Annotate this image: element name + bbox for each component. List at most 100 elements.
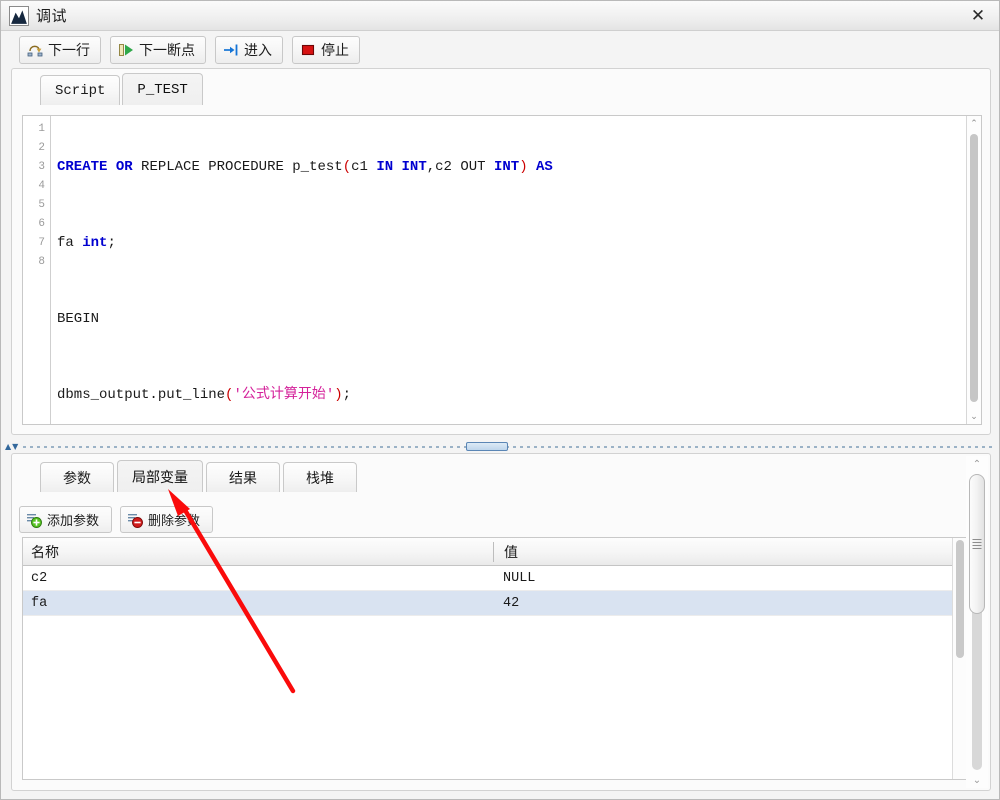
- line-number: 8: [38, 256, 45, 268]
- editor-panel: Script P_TEST 1 2 3 4 5 6 7 8 CREATE OR …: [11, 68, 991, 435]
- step-into-label: 进入: [244, 41, 272, 58]
- title-bar: 调试 ✕: [1, 1, 999, 31]
- code-semi: ;: [107, 235, 116, 251]
- code-line-2: fa int;: [57, 234, 965, 253]
- resume-to-breakpoint-label: 下一断点: [139, 41, 195, 58]
- tab-parameters[interactable]: 参数: [40, 462, 114, 492]
- table-row[interactable]: c2 NULL: [23, 566, 966, 591]
- code-semi: ;: [342, 387, 352, 403]
- tab-results[interactable]: 结果: [206, 462, 280, 492]
- column-header-value[interactable]: 值: [493, 541, 966, 562]
- line-number: 6: [38, 218, 45, 230]
- kw-as: AS: [536, 159, 553, 175]
- resume-to-breakpoint-icon: [119, 43, 133, 56]
- code-paren-close: ): [334, 387, 343, 403]
- code-comma: ,: [426, 159, 436, 175]
- code-line-1: CREATE OR REPLACE PROCEDURE p_test(c1 IN…: [57, 158, 965, 177]
- line-number: 3: [38, 161, 45, 173]
- line-number: 7: [38, 237, 45, 249]
- scrollbar-grip-icon: [972, 539, 982, 549]
- delete-parameter-icon: [128, 513, 143, 528]
- code-string-literal: '公式计算开始': [233, 387, 335, 403]
- tab-results-label: 结果: [229, 469, 257, 486]
- panel-splitter[interactable]: ▲ ▼: [1, 441, 999, 453]
- tab-script[interactable]: Script: [40, 75, 121, 105]
- code-arg2-type: INT: [493, 159, 520, 175]
- debug-window: 调试 ✕ 下一行 下一断点 进入 停止 Script P_TEST 1 2 3 …: [0, 0, 1000, 800]
- stop-button[interactable]: 停止: [292, 35, 360, 64]
- code-type-int: int: [82, 235, 108, 251]
- line-number-gutter: 1 2 3 4 5 6 7 8: [23, 116, 51, 424]
- tab-local-variables-label: 局部变量: [132, 468, 188, 485]
- scroll-up-icon[interactable]: ⌃: [967, 116, 981, 131]
- tab-p-test-label: P_TEST: [137, 81, 188, 98]
- splitter-dotted-line: [23, 446, 993, 448]
- code-begin: BEGIN: [57, 311, 100, 327]
- variables-tabstrip: 参数 局部变量 结果 栈堆: [12, 458, 990, 492]
- scroll-up-icon[interactable]: ⌃: [966, 456, 988, 472]
- add-parameter-button[interactable]: 添加参数: [19, 506, 113, 533]
- tab-parameters-label: 参数: [63, 469, 91, 486]
- debug-toolbar: 下一行 下一断点 进入 停止: [1, 31, 999, 68]
- step-over-button[interactable]: 下一行: [19, 35, 101, 64]
- code-proc-name: p_test: [292, 159, 343, 175]
- table-header-row: 名称 值: [23, 538, 966, 566]
- code-arg1-name: c1: [351, 159, 377, 175]
- code-arg2-name: c2 OUT: [435, 159, 494, 175]
- line-number: 4: [38, 180, 45, 192]
- step-over-label: 下一行: [48, 41, 90, 58]
- close-icon[interactable]: ✕: [955, 1, 999, 30]
- line-number: 2: [38, 142, 45, 154]
- code-line-3: BEGIN: [57, 310, 965, 329]
- tab-local-variables[interactable]: 局部变量: [117, 460, 203, 492]
- code-replace-procedure: REPLACE PROCEDURE: [132, 159, 293, 175]
- stop-label: 停止: [321, 41, 349, 58]
- variables-panel: 参数 局部变量 结果 栈堆 名称 值 c2 NULL fa 42 ⌃ ⌄: [11, 453, 991, 791]
- tab-p-test[interactable]: P_TEST: [122, 73, 203, 105]
- window-title: 调试: [36, 8, 68, 25]
- code-text: CREATE OR REPLACE PROCEDURE p_test(c1 IN…: [57, 120, 965, 424]
- code-editor[interactable]: 1 2 3 4 5 6 7 8 CREATE OR REPLACE PROCED…: [22, 115, 982, 425]
- variables-panel-scrollbar[interactable]: ⌃ ⌄: [966, 456, 988, 788]
- tab-stack-label: 栈堆: [306, 469, 334, 486]
- collapse-up-icon[interactable]: ▲: [5, 442, 11, 451]
- code-line-4: dbms_output.put_line('公式计算开始');: [57, 386, 965, 405]
- step-into-button[interactable]: 进入: [215, 35, 283, 64]
- stop-icon: [301, 44, 315, 55]
- add-parameter-label: 添加参数: [47, 513, 100, 528]
- delete-parameter-button[interactable]: 删除参数: [120, 506, 214, 533]
- add-parameter-icon: [27, 513, 42, 528]
- chart-mountain-icon: [9, 5, 29, 26]
- scroll-down-icon[interactable]: ⌄: [967, 409, 981, 424]
- scroll-down-icon[interactable]: ⌄: [966, 772, 988, 788]
- step-into-icon: [224, 44, 238, 55]
- cell-variable-name: fa: [31, 595, 48, 611]
- column-header-name[interactable]: 名称: [23, 542, 493, 562]
- scrollbar-thumb[interactable]: [970, 134, 978, 402]
- code-paren-close: ): [519, 159, 528, 175]
- code-arg1-mode: IN INT: [376, 159, 427, 175]
- step-over-icon: [27, 45, 43, 56]
- tab-stack[interactable]: 栈堆: [283, 462, 357, 492]
- delete-parameter-label: 删除参数: [148, 513, 201, 528]
- kw-create: CREATE: [57, 159, 108, 175]
- scrollbar-thumb[interactable]: [956, 540, 964, 658]
- line-number: 5: [38, 199, 45, 211]
- table-vertical-scrollbar[interactable]: [952, 538, 966, 779]
- parameter-toolbar: 添加参数 删除参数: [19, 506, 214, 533]
- code-call-putline: dbms_output.put_line: [57, 387, 226, 403]
- code-paren-open: (: [342, 159, 352, 175]
- cell-variable-value: NULL: [503, 570, 536, 586]
- variables-table[interactable]: 名称 值 c2 NULL fa 42: [22, 537, 967, 780]
- collapse-down-icon[interactable]: ▼: [12, 442, 18, 451]
- code-var-fa: fa: [57, 235, 83, 251]
- splitter-drag-handle[interactable]: [466, 442, 508, 451]
- line-number: 1: [38, 123, 45, 135]
- editor-vertical-scrollbar[interactable]: ⌃ ⌄: [966, 116, 981, 424]
- splitter-collapse-controls[interactable]: ▲ ▼: [5, 442, 18, 451]
- kw-or: OR: [115, 159, 133, 175]
- resume-to-breakpoint-button[interactable]: 下一断点: [110, 35, 206, 64]
- tab-script-label: Script: [55, 82, 106, 99]
- table-row[interactable]: fa 42: [23, 591, 966, 616]
- scrollbar-thumb[interactable]: [969, 474, 985, 614]
